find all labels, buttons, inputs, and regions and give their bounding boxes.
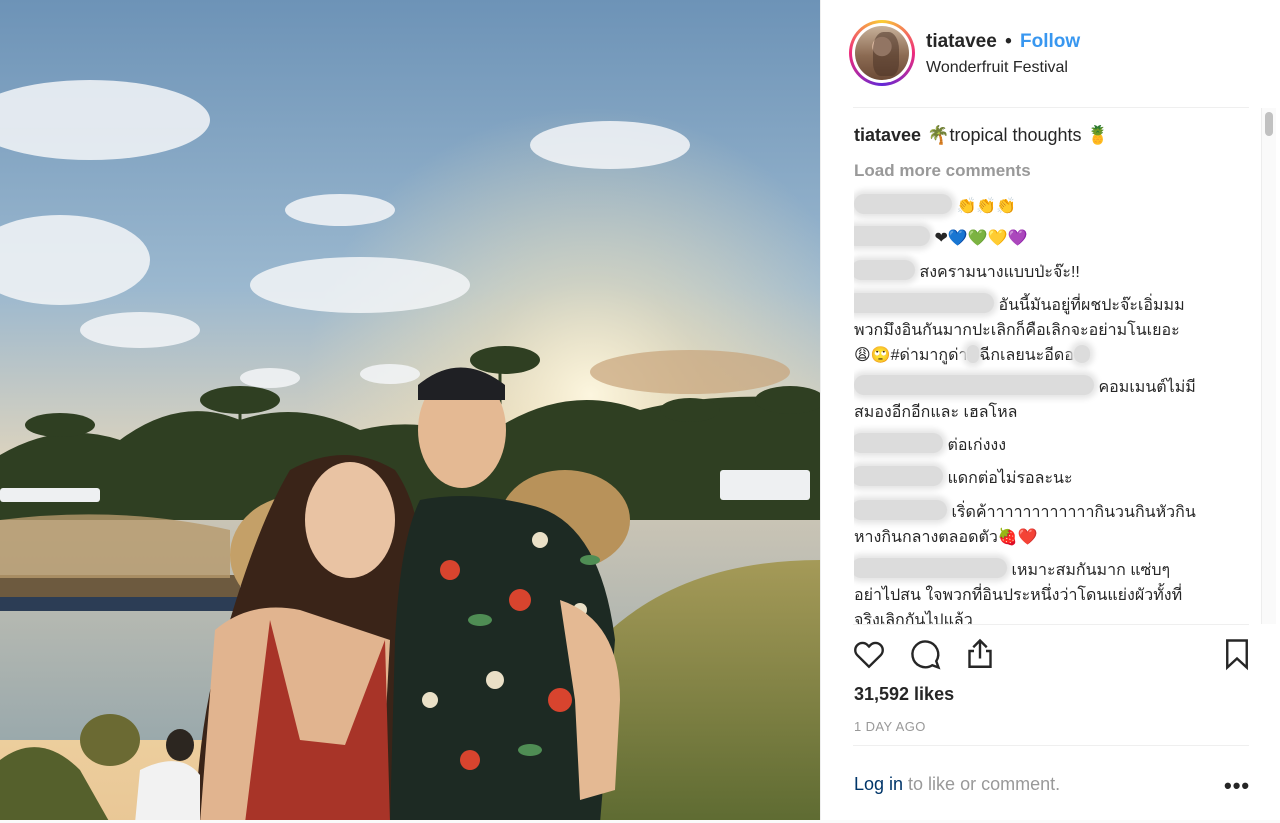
- heart-icon[interactable]: [851, 636, 891, 676]
- login-prompt-text: to like or comment.: [903, 774, 1061, 794]
- comment-text-line2: อย่าไปสน ใจพวกที่อินประหนึ่งว่าโดนแย่งผั…: [854, 587, 1183, 604]
- location-link[interactable]: Wonderfruit Festival: [926, 59, 1068, 77]
- login-prompt: Log in to like or comment.: [854, 774, 1060, 795]
- caption-username[interactable]: tiatavee: [854, 125, 921, 145]
- comment-username-redacted: [854, 500, 947, 520]
- comment-item: เริ่ดค้าาาาาาาาาาาากินวนกินหัวกิน หางกิน…: [854, 500, 1236, 550]
- comment-icon[interactable]: [907, 636, 947, 676]
- footer-divider: [853, 745, 1249, 746]
- comment-username-redacted: [854, 375, 1094, 395]
- comment-username-redacted: [854, 293, 994, 313]
- comment-item: อันนี้มันอยู่ที่ผชปะจ๊ะเอิ่มมม พวกมึงอิน…: [854, 293, 1231, 368]
- caption-text: 🌴tropical thoughts 🍍: [927, 125, 1109, 145]
- comment-text: อันนี้มันอยู่ที่ผชปะจ๊ะเอิ่มมม: [998, 297, 1185, 314]
- comment-item: สงครามนางแบบป่ะจ๊ะ!!: [854, 260, 1236, 285]
- post-timestamp[interactable]: 1 DAY AGO: [854, 719, 926, 734]
- follow-button[interactable]: Follow: [1020, 31, 1080, 52]
- comment-username-redacted: [854, 558, 1007, 578]
- photo-couple-sunset-image: [0, 0, 820, 823]
- comment-item: ต่อเก่งงง: [854, 433, 1236, 458]
- header-username[interactable]: tiatavee: [926, 31, 997, 52]
- comment-item: เหมาะสมกันมาก แซ่บๆ อย่าไปสน ใจพวกที่อิน…: [854, 558, 1236, 624]
- comment-text-line2: หางกินกลางตลอดตัว🍓❤️: [854, 529, 1038, 546]
- comment-username-redacted: [854, 433, 943, 453]
- comment-item: คอมเมนต์ไม่มี สมองอีกอีกและ เฮลโหล: [854, 375, 1239, 425]
- comment-username-redacted: [854, 226, 930, 246]
- post-side-panel: tiatavee • Follow Wonderfruit Festival t…: [820, 0, 1280, 823]
- comments-scrollbar[interactable]: [1261, 108, 1276, 624]
- comment-text-line3: จริงเลิกกันไปแล้ว: [854, 612, 973, 624]
- comment-text-line3a: 😩🙄#ด่ามากูด่า: [854, 347, 968, 364]
- post-caption: tiatavee 🌴tropical thoughts 🍍: [854, 125, 1109, 146]
- comment-text: คอมเมนต์ไม่มี: [1098, 379, 1196, 396]
- comment-username-redacted: [854, 194, 952, 214]
- comment-text: เริ่ดค้าาาาาาาาาาาากินวนกินหัวกิน: [951, 504, 1196, 521]
- comments-list[interactable]: tiatavee 🌴tropical thoughts 🍍 Load more c…: [854, 108, 1264, 624]
- post-photo[interactable]: [0, 0, 820, 823]
- header-user-line: tiatavee • Follow: [926, 31, 1080, 53]
- comment-text: ❤💙💚💛💜: [934, 230, 1028, 247]
- comment-item: แดกต่อไม่รอละนะ: [854, 466, 1236, 491]
- action-bar: [821, 624, 1280, 684]
- share-icon[interactable]: [962, 636, 1002, 676]
- comment-item: ❤💙💚💛💜: [854, 226, 1231, 251]
- comment-text: เหมาะสมกันมาก แซ่บๆ: [1011, 562, 1171, 579]
- scrollbar-thumb[interactable]: [1265, 112, 1273, 136]
- comment-text: ต่อเก่งงง: [947, 437, 1007, 454]
- comment-text: แดกต่อไม่รอละนะ: [947, 470, 1073, 487]
- comment-text-line3b: ฉีกเลยนะอีดอ: [979, 347, 1074, 364]
- comment-text-line2: พวกมึงอินกันมากปะเลิกก็คือเลิกจะอย่ามโนเ…: [854, 322, 1180, 339]
- comment-text-line2: สมองอีกอีกและ เฮลโหล: [854, 404, 1018, 421]
- bookmark-icon[interactable]: [1219, 636, 1259, 676]
- comment-text: สงครามนางแบบป่ะจ๊ะ!!: [919, 264, 1080, 281]
- header-separator: •: [1005, 31, 1012, 52]
- comment-text: 👏👏👏: [956, 198, 1017, 215]
- load-more-comments-button[interactable]: Load more comments: [854, 161, 1031, 181]
- post-header: tiatavee • Follow Wonderfruit Festival: [821, 0, 1280, 107]
- login-link[interactable]: Log in: [854, 774, 903, 794]
- likes-count[interactable]: 31,592 likes: [854, 684, 954, 705]
- avatar[interactable]: [849, 20, 915, 86]
- more-options-button[interactable]: •••: [1224, 773, 1250, 799]
- comment-username-redacted: [854, 260, 915, 280]
- avatar-image: [855, 26, 909, 80]
- comment-username-redacted: [854, 466, 943, 486]
- comment-item: 👏👏👏: [854, 194, 1239, 219]
